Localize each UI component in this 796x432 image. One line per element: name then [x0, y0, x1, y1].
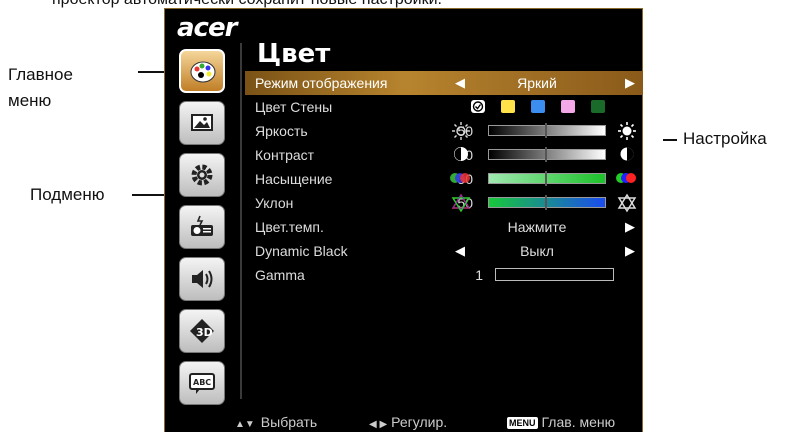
- callout-setting: Настройка: [683, 129, 767, 148]
- contrast-low-icon: [453, 145, 469, 166]
- swatch-green[interactable]: [591, 100, 605, 113]
- row-display-mode[interactable]: Режим отображения ◀ Яркий ▶: [245, 71, 643, 95]
- arrow-right-icon[interactable]: ▶: [625, 219, 635, 235]
- image-icon[interactable]: [179, 101, 225, 145]
- contrast-high-icon: [619, 145, 635, 166]
- row-dynamic-black[interactable]: Dynamic Black ◀ Выкл ▶: [245, 239, 643, 263]
- contrast-slider[interactable]: [488, 147, 606, 162]
- hint-select-label: Выбрать: [260, 414, 318, 430]
- row-label: Gamma: [255, 267, 305, 283]
- acer-logo: acer: [177, 13, 237, 43]
- svg-text:3D: 3D: [196, 326, 213, 339]
- brightness-high-icon: [617, 121, 637, 144]
- arrow-left-icon[interactable]: ◀: [455, 243, 465, 259]
- arrow-left-icon[interactable]: ◀: [455, 75, 465, 91]
- swatch-none[interactable]: [471, 100, 485, 113]
- gamma-box[interactable]: [495, 268, 614, 281]
- arrow-right-icon[interactable]: ▶: [625, 243, 635, 259]
- pointer-line-setting: [663, 139, 677, 141]
- saturation-slider[interactable]: [488, 171, 606, 186]
- saturation-high-icon: [615, 169, 637, 190]
- action-value[interactable]: Нажмите: [482, 219, 592, 235]
- sidebar-divider: [240, 43, 242, 399]
- swatch-yellow[interactable]: [501, 100, 515, 113]
- callout-submenu: Подменю: [30, 185, 105, 204]
- row-label: Цвет Стены: [255, 99, 333, 115]
- callout-main-menu-line1: Главное: [8, 65, 73, 84]
- callout-main-menu: Главное меню: [8, 62, 73, 114]
- row-gamma[interactable]: Gamma 1: [245, 263, 643, 287]
- row-value: 1: [475, 267, 483, 283]
- left-right-arrows-icon: ◀ ▶: [369, 419, 388, 430]
- palette-icon[interactable]: [179, 49, 225, 93]
- hint-adjust: ◀ ▶ Регулир.: [369, 414, 447, 430]
- row-wall-color[interactable]: Цвет Стены: [245, 95, 643, 119]
- 3d-icon[interactable]: 3D: [179, 309, 225, 353]
- tint-high-icon: [617, 193, 637, 216]
- hint-adjust-label: Регулир.: [391, 414, 448, 430]
- brightness-slider[interactable]: [488, 123, 606, 138]
- up-down-arrows-icon: ▲▼: [235, 419, 255, 430]
- row-label: Насыщение: [255, 171, 333, 187]
- row-label: Цвет.темп.: [255, 219, 324, 235]
- svg-text:ABC: ABC: [193, 378, 211, 387]
- row-label: Режим отображения: [255, 75, 388, 91]
- row-label: Dynamic Black: [255, 243, 348, 259]
- row-label: Контраст: [255, 147, 315, 163]
- row-color-temp[interactable]: Цвет.темп. Нажмите ▶: [245, 215, 643, 239]
- page-title: Цвет: [257, 39, 331, 69]
- row-label: Уклон: [255, 195, 294, 211]
- saturation-low-icon: [449, 169, 471, 190]
- swatch-pink[interactable]: [561, 100, 575, 113]
- hint-main-menu: MENU Глав. меню: [507, 414, 615, 430]
- speaker-icon[interactable]: [179, 257, 225, 301]
- row-label: Яркость: [255, 123, 308, 139]
- row-contrast[interactable]: Контраст 50: [245, 143, 643, 167]
- hint-select: ▲▼ Выбрать: [235, 414, 317, 430]
- projector-icon[interactable]: [179, 205, 225, 249]
- osd-menu: acer 3D ABC Цвет Режим отображения ◀ Ярк…: [164, 8, 643, 432]
- swatch-blue[interactable]: [531, 100, 545, 113]
- slider-thumb[interactable]: [545, 195, 547, 210]
- abc-language-icon[interactable]: ABC: [179, 361, 225, 405]
- tint-slider[interactable]: [488, 195, 606, 210]
- slider-thumb[interactable]: [545, 171, 547, 186]
- row-saturation[interactable]: Насыщение 50: [245, 167, 643, 191]
- slider-thumb[interactable]: [545, 147, 547, 162]
- arrow-right-icon[interactable]: ▶: [625, 75, 635, 91]
- option-value: Яркий: [517, 75, 557, 91]
- gear-icon[interactable]: [179, 153, 225, 197]
- row-brightness[interactable]: Яркость 50: [245, 119, 643, 143]
- hint-main-menu-label: Глав. меню: [541, 414, 616, 430]
- tint-low-icon: [451, 193, 471, 216]
- option-value: Выкл: [520, 243, 554, 259]
- menu-key-badge: MENU: [507, 417, 538, 430]
- row-tint[interactable]: Уклон 50: [245, 191, 643, 215]
- callout-main-menu-line2: меню: [8, 91, 52, 110]
- brightness-low-icon: [451, 121, 471, 144]
- slider-thumb[interactable]: [545, 123, 547, 138]
